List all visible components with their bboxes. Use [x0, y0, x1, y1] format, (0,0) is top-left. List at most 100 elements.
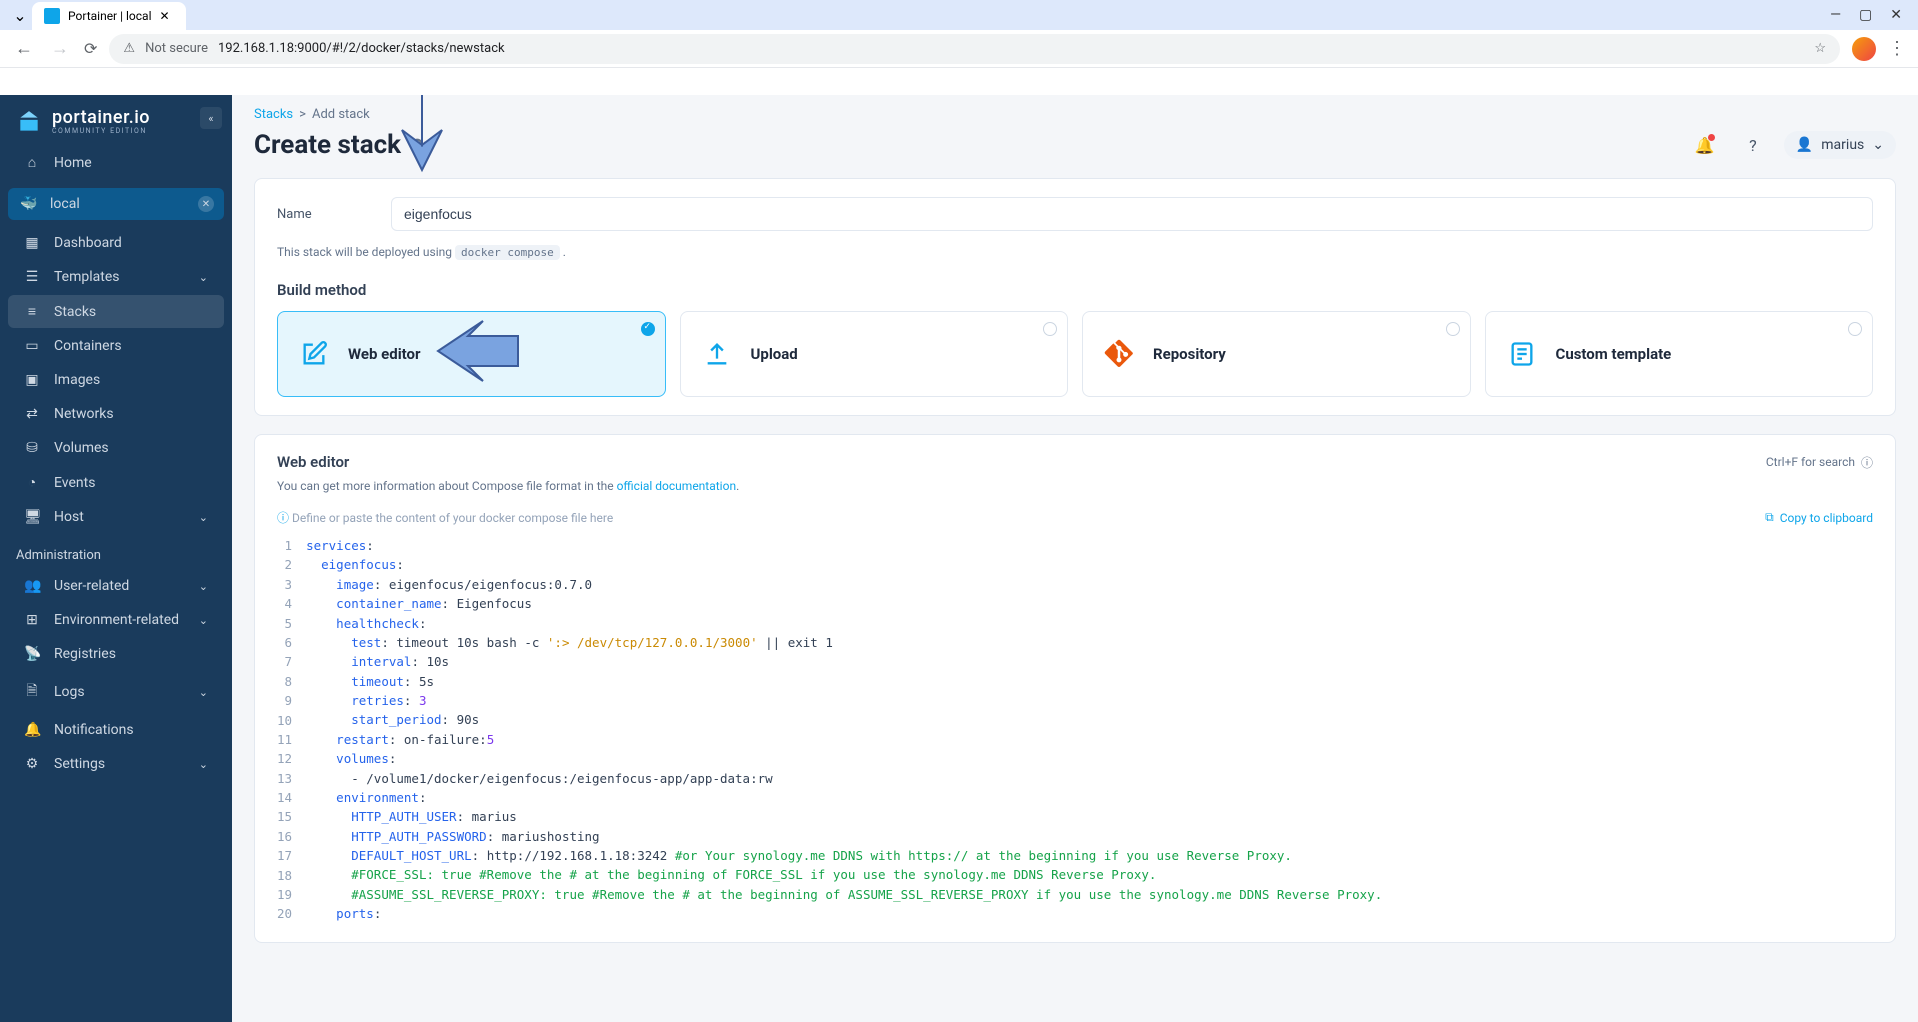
breadcrumb: Stacks > Add stack — [254, 107, 1896, 122]
line-gutter: 1234567891011121314151617181920 — [277, 536, 306, 924]
code-content[interactable]: services: eigenfocus: image: eigenfocus/… — [306, 536, 1382, 924]
forward-icon[interactable]: → — [48, 38, 72, 59]
reload-icon[interactable]: ⟳ — [84, 39, 97, 58]
back-icon[interactable]: ← — [12, 38, 36, 59]
sidebar-item-settings[interactable]: ⚙Settings⌄ — [8, 748, 224, 780]
tab-list-dropdown[interactable]: ⌄ — [8, 3, 32, 27]
brand-name: portainer.io — [52, 109, 150, 127]
method-label: Custom template — [1556, 345, 1672, 363]
not-secure-label: Not secure — [145, 41, 208, 56]
stacks-icon: ≡ — [24, 303, 40, 320]
favicon — [44, 8, 60, 24]
stack-form-card: Name This stack will be deployed using d… — [254, 178, 1896, 416]
editor-desc: You can get more information about Compo… — [277, 479, 1873, 493]
user-icon: 👤 — [1796, 137, 1813, 153]
sidebar-environment[interactable]: 🐳 local ✕ — [8, 188, 224, 220]
browser-tab-strip: ⌄ Portainer | local ✕ — ▢ ✕ — [0, 0, 1918, 30]
browser-toolbar: ← → ⟳ ⚠ Not secure 192.168.1.18:9000/#!/… — [0, 30, 1918, 68]
home-icon: ⌂ — [24, 154, 40, 171]
radio-selected-icon — [641, 322, 655, 336]
sidebar-label: Containers — [54, 338, 122, 354]
sidebar-item-events[interactable]: ◔Events — [8, 466, 224, 499]
maximize-icon[interactable]: ▢ — [1859, 7, 1872, 23]
page-title-text: Create stack — [254, 130, 401, 160]
sidebar-item-registries[interactable]: 📡Registries — [8, 638, 224, 670]
close-tab-icon[interactable]: ✕ — [160, 9, 174, 23]
browser-menu-icon[interactable]: ⋮ — [1888, 38, 1906, 59]
official-docs-link[interactable]: official documentation — [617, 479, 737, 493]
hint-text: This stack will be deployed using — [277, 245, 455, 259]
code-editor[interactable]: 1234567891011121314151617181920 services… — [277, 536, 1873, 924]
chevron-down-icon: ⌄ — [199, 758, 208, 771]
brand[interactable]: portainer.io COMMUNITY EDITION — [0, 95, 232, 145]
env-icon: ⊞ — [24, 612, 40, 628]
sidebar-label: Notifications — [54, 722, 134, 738]
refresh-icon[interactable]: ⟳ — [411, 135, 426, 156]
user-menu[interactable]: 👤 marius ⌄ — [1784, 131, 1896, 159]
sidebar-item-containers[interactable]: ▭ Containers — [8, 330, 224, 362]
not-secure-icon: ⚠ — [123, 41, 135, 56]
profile-avatar[interactable] — [1852, 37, 1876, 61]
stack-name-input[interactable] — [391, 197, 1873, 231]
breadcrumb-separator: > — [299, 107, 306, 122]
browser-tab[interactable]: Portainer | local ✕ — [32, 2, 186, 30]
sidebar-item-dashboard[interactable]: ▦Dashboard — [8, 227, 224, 259]
help-button[interactable]: ? — [1736, 128, 1770, 162]
build-method-label: Build method — [277, 281, 1873, 299]
tab-title: Portainer | local — [68, 9, 152, 23]
chevron-down-icon: ⌄ — [199, 580, 208, 593]
sidebar-item-networks[interactable]: ⇄ Networks — [8, 398, 224, 430]
logs-icon: 🗎 — [24, 680, 40, 704]
containers-icon: ▭ — [24, 338, 40, 354]
sidebar-item-volumes[interactable]: ⛁Volumes — [8, 432, 224, 464]
build-method-web-editor[interactable]: Web editor — [277, 311, 666, 397]
chevron-down-icon: ⌄ — [199, 614, 208, 627]
close-window-icon[interactable]: ✕ — [1890, 7, 1902, 23]
sidebar-item-user-related[interactable]: 👥 User-related ⌄ — [8, 570, 224, 602]
sidebar-item-stacks[interactable]: ≡ Stacks — [8, 295, 224, 328]
name-label: Name — [277, 207, 367, 222]
bookmark-star-icon[interactable]: ☆ — [1814, 41, 1826, 56]
help-icon[interactable]: ⓘ — [1861, 454, 1873, 471]
sidebar-label: Networks — [54, 406, 114, 422]
sidebar-label: Stacks — [54, 304, 96, 320]
copy-to-clipboard-button[interactable]: ⧉ Copy to clipboard — [1765, 510, 1873, 525]
build-method-repository[interactable]: Repository — [1082, 311, 1471, 397]
sidebar-label: Volumes — [54, 440, 109, 456]
sidebar-item-templates[interactable]: ☰Templates⌄ — [8, 261, 224, 293]
sidebar-label: Home — [54, 155, 92, 171]
sidebar-label: Logs — [54, 684, 85, 700]
method-label: Repository — [1153, 345, 1226, 363]
deploy-hint: This stack will be deployed using docker… — [277, 245, 1873, 259]
sidebar-item-environment-related[interactable]: ⊞Environment-related⌄ — [8, 604, 224, 636]
breadcrumb-root-link[interactable]: Stacks — [254, 107, 293, 122]
sidebar-label: User-related — [54, 578, 129, 594]
sidebar-item-notifications[interactable]: 🔔Notifications — [8, 714, 224, 746]
search-hint: Ctrl+F for search ⓘ — [1766, 454, 1873, 471]
build-method-upload[interactable]: Upload — [680, 311, 1069, 397]
method-label: Upload — [751, 345, 798, 363]
sidebar-item-images[interactable]: ▣Images — [8, 364, 224, 396]
build-method-custom-template[interactable]: Custom template — [1485, 311, 1874, 397]
editor-placeholder: Define or paste the content of your dock… — [292, 511, 613, 525]
user-name: marius — [1821, 137, 1864, 153]
sidebar-item-host[interactable]: 🖥Host⌄ — [8, 501, 224, 533]
minimize-icon[interactable]: — — [1830, 7, 1841, 23]
editor-desc-text: You can get more information about Compo… — [277, 479, 617, 493]
address-bar[interactable]: ⚠ Not secure 192.168.1.18:9000/#!/2/dock… — [109, 34, 1840, 64]
sidebar-item-home[interactable]: ⌂ Home — [8, 146, 224, 179]
portainer-logo-icon — [16, 109, 42, 135]
upload-icon — [699, 336, 735, 372]
docker-icon: 🐳 — [20, 196, 36, 212]
sidebar: « portainer.io COMMUNITY EDITION ⌂ Home … — [0, 95, 232, 1022]
users-icon: 👥 — [24, 578, 40, 594]
copy-icon: ⧉ — [1765, 510, 1774, 525]
close-env-icon[interactable]: ✕ — [198, 196, 214, 212]
collapse-sidebar-button[interactable]: « — [200, 107, 222, 129]
networks-icon: ⇄ — [24, 406, 40, 422]
main-content: Stacks > Add stack Create stack ⟳ 🔔 ? 👤 … — [232, 95, 1918, 1022]
notifications-button[interactable]: 🔔 — [1688, 128, 1722, 162]
registries-icon: 📡 — [24, 646, 40, 662]
sidebar-item-logs[interactable]: 🗎Logs⌄ — [8, 672, 224, 712]
edit-icon — [296, 336, 332, 372]
